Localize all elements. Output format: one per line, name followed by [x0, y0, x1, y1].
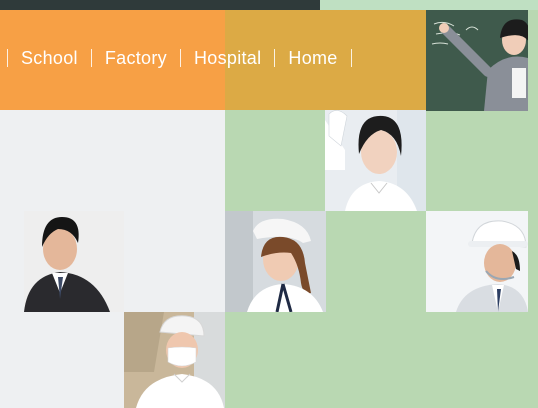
top-strip-accent: [320, 0, 538, 10]
nav-separator: [274, 49, 276, 67]
nav-item-school[interactable]: School: [21, 48, 78, 69]
nav-separator: [350, 49, 352, 67]
teacher-at-chalkboard-photo: [426, 10, 528, 111]
lab-scientist-photo: [325, 110, 426, 211]
hardhat-worker-photo: [426, 211, 528, 312]
masked-factory-worker-photo: [124, 312, 225, 408]
nav-separator: [179, 49, 181, 67]
nav-separator: [90, 49, 92, 67]
nav-separator: [7, 49, 8, 67]
nav-item-factory[interactable]: Factory: [105, 48, 167, 69]
businessman-photo: [24, 211, 124, 312]
nav-item-hospital[interactable]: Hospital: [194, 48, 261, 69]
background-green-edge: [528, 10, 538, 110]
main-navigation: School Factory Hospital Home: [0, 10, 365, 106]
nav-item-home[interactable]: Home: [288, 48, 337, 69]
nurse-photo: [225, 211, 326, 312]
